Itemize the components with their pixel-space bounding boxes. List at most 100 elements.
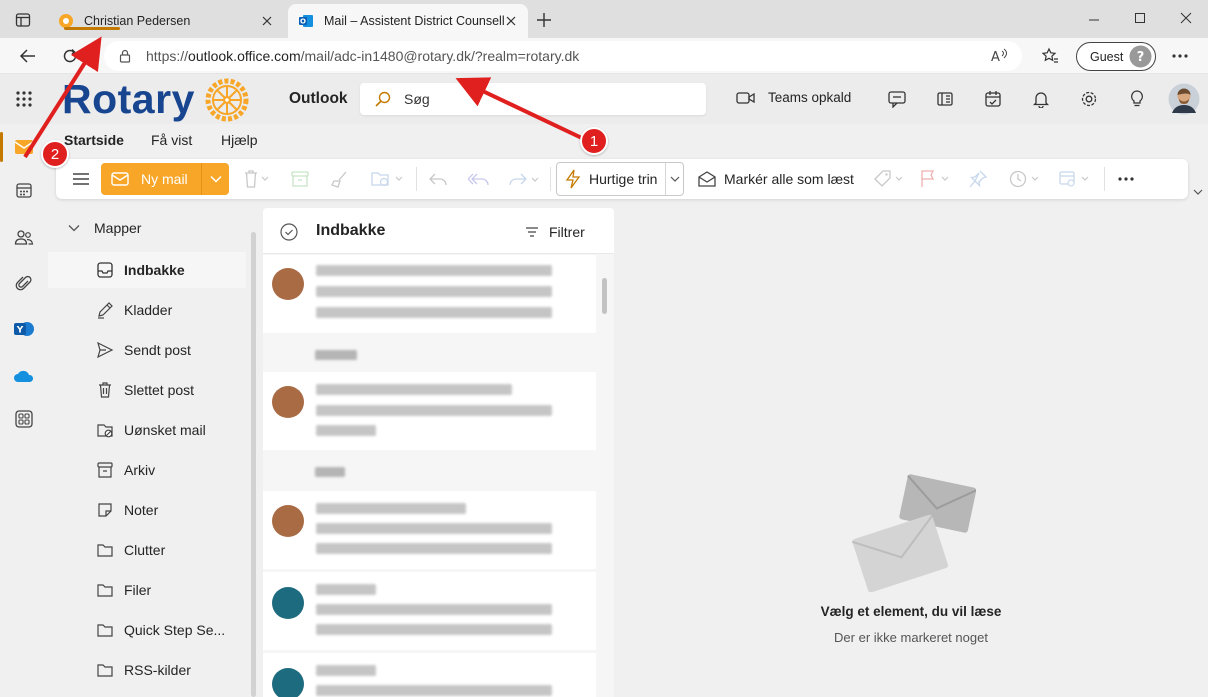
back-arrow-icon[interactable] bbox=[18, 46, 38, 66]
folder-label: RSS-kilder bbox=[124, 662, 191, 678]
favorites-icon[interactable] bbox=[1040, 46, 1060, 66]
more-actions-icon[interactable] bbox=[1118, 167, 1134, 191]
toolbar-separator bbox=[1104, 167, 1105, 191]
empty-state-title: Vælg et element, du vil læse bbox=[820, 604, 1002, 619]
user-avatar[interactable] bbox=[1168, 83, 1200, 115]
close-window-icon[interactable] bbox=[1176, 8, 1196, 28]
inbox-icon bbox=[96, 261, 114, 279]
browser-tab-mail[interactable]: O Mail – Assistent District Counsello bbox=[288, 4, 528, 38]
snooze-clock-icon[interactable] bbox=[1008, 167, 1042, 191]
folder-files[interactable]: Filer bbox=[48, 572, 246, 608]
search-box[interactable]: Søg bbox=[360, 83, 706, 115]
folders-header[interactable]: Mapper bbox=[68, 220, 141, 236]
browser-tab-christian[interactable]: Christian Pedersen bbox=[48, 4, 284, 38]
tag-icon[interactable] bbox=[872, 167, 906, 191]
more-options-icon[interactable] bbox=[1170, 46, 1190, 66]
read-aloud-icon[interactable]: A bbox=[990, 47, 1008, 65]
url-host: outlook.office.com bbox=[188, 48, 301, 64]
rotary-logo-text[interactable]: Rotary bbox=[62, 76, 195, 123]
lock-icon[interactable] bbox=[118, 49, 132, 63]
tab-title: Mail – Assistent District Counsello bbox=[324, 14, 504, 28]
outlook-header: Rotary Outlook Søg Teams opkald bbox=[0, 74, 1208, 124]
outlook-favicon-icon: O bbox=[298, 13, 314, 29]
folder-label: Arkiv bbox=[124, 462, 156, 478]
maximize-icon[interactable] bbox=[1130, 8, 1150, 28]
app-name[interactable]: Outlook bbox=[289, 90, 348, 108]
quick-steps-button[interactable]: Hurtige trin bbox=[556, 162, 684, 196]
forward-icon[interactable] bbox=[508, 167, 542, 191]
message-item[interactable] bbox=[263, 572, 596, 650]
people-icon[interactable] bbox=[12, 225, 36, 249]
message-item[interactable] bbox=[263, 372, 596, 450]
attachment-icon[interactable] bbox=[12, 271, 36, 295]
sender-avatar bbox=[272, 268, 304, 300]
new-mail-button[interactable]: Ny mail bbox=[101, 163, 229, 195]
new-mail-label: Ny mail bbox=[141, 171, 188, 187]
refresh-icon[interactable] bbox=[60, 46, 80, 66]
filter-button[interactable]: Filtrer bbox=[525, 224, 585, 240]
reply-all-icon[interactable] bbox=[468, 167, 490, 191]
app-launcher-icon[interactable] bbox=[12, 87, 36, 111]
tab-fa-vist[interactable]: Få vist bbox=[151, 132, 192, 148]
folder-junk[interactable]: Uønsket mail bbox=[48, 412, 246, 448]
chat-icon[interactable] bbox=[886, 88, 908, 110]
close-tab-icon[interactable] bbox=[260, 14, 274, 28]
folder-quick-step[interactable]: Quick Step Se... bbox=[48, 612, 246, 648]
folder-pane: Mapper Indbakke Kladder Sendt post Slett… bbox=[48, 204, 258, 697]
folder-drafts[interactable]: Kladder bbox=[48, 292, 246, 328]
mark-all-read-button[interactable]: Markér alle som læst bbox=[698, 167, 854, 191]
sender-avatar bbox=[272, 668, 304, 697]
guest-profile-button[interactable]: Guest ? bbox=[1076, 42, 1156, 71]
folder-scrollbar[interactable] bbox=[251, 232, 256, 697]
url-field[interactable]: https://outlook.office.com/mail/adc-in14… bbox=[104, 41, 1022, 71]
ribbon-expand-chevron-icon[interactable] bbox=[1192, 186, 1204, 198]
quick-steps-chevron-icon[interactable] bbox=[665, 163, 683, 195]
my-day-icon[interactable] bbox=[982, 88, 1004, 110]
folder-inbox[interactable]: Indbakke bbox=[48, 252, 246, 288]
folder-sent[interactable]: Sendt post bbox=[48, 332, 246, 368]
folder-icon bbox=[96, 581, 114, 599]
tab-startside[interactable]: Startside bbox=[64, 132, 124, 148]
flag-icon[interactable] bbox=[918, 167, 952, 191]
close-tab-icon[interactable] bbox=[504, 14, 518, 28]
folder-notes[interactable]: Noter bbox=[48, 492, 246, 528]
tab-actions-icon[interactable] bbox=[14, 11, 32, 29]
message-item[interactable] bbox=[263, 653, 596, 697]
yammer-icon[interactable]: Y bbox=[12, 317, 36, 341]
folder-archive[interactable]: Arkiv bbox=[48, 452, 246, 488]
folder-rss[interactable]: RSS-kilder bbox=[48, 652, 246, 688]
reply-icon[interactable] bbox=[428, 167, 448, 191]
sweep-icon[interactable] bbox=[330, 167, 350, 191]
select-all-checkbox-icon[interactable] bbox=[280, 223, 298, 241]
pin-icon[interactable] bbox=[968, 167, 988, 191]
new-tab-icon[interactable] bbox=[534, 10, 554, 30]
message-list-scrollbar[interactable] bbox=[602, 278, 607, 314]
lightning-icon bbox=[565, 169, 581, 189]
folder-deleted[interactable]: Slettet post bbox=[48, 372, 246, 408]
tab-hjaelp[interactable]: Hjælp bbox=[221, 132, 258, 148]
filter-icon bbox=[525, 226, 539, 238]
archive-icon[interactable] bbox=[290, 167, 310, 191]
onedrive-icon[interactable] bbox=[12, 364, 36, 388]
new-mail-dropdown-chevron-icon[interactable] bbox=[202, 163, 229, 195]
redacted-text bbox=[316, 384, 512, 395]
lightbulb-icon[interactable] bbox=[1126, 88, 1148, 110]
delete-icon[interactable] bbox=[242, 167, 272, 191]
more-apps-icon[interactable] bbox=[12, 407, 36, 431]
hamburger-menu-icon[interactable] bbox=[72, 167, 90, 191]
message-item[interactable] bbox=[263, 491, 596, 569]
mail-icon[interactable] bbox=[12, 135, 36, 159]
message-item[interactable] bbox=[263, 255, 596, 333]
bell-icon[interactable] bbox=[1030, 88, 1052, 110]
teams-call-button[interactable]: Teams opkald bbox=[736, 90, 851, 105]
folder-label: Kladder bbox=[124, 302, 173, 318]
office-icon[interactable] bbox=[934, 88, 956, 110]
gear-icon[interactable] bbox=[1078, 88, 1100, 110]
minimize-icon[interactable] bbox=[1084, 10, 1104, 30]
app-rail: Y bbox=[0, 124, 48, 697]
new-mail-main[interactable]: Ny mail bbox=[101, 163, 201, 195]
rules-icon[interactable] bbox=[1058, 167, 1092, 191]
calendar-icon[interactable] bbox=[12, 178, 36, 202]
move-to-icon[interactable] bbox=[370, 167, 404, 191]
folder-clutter[interactable]: Clutter bbox=[48, 532, 246, 568]
